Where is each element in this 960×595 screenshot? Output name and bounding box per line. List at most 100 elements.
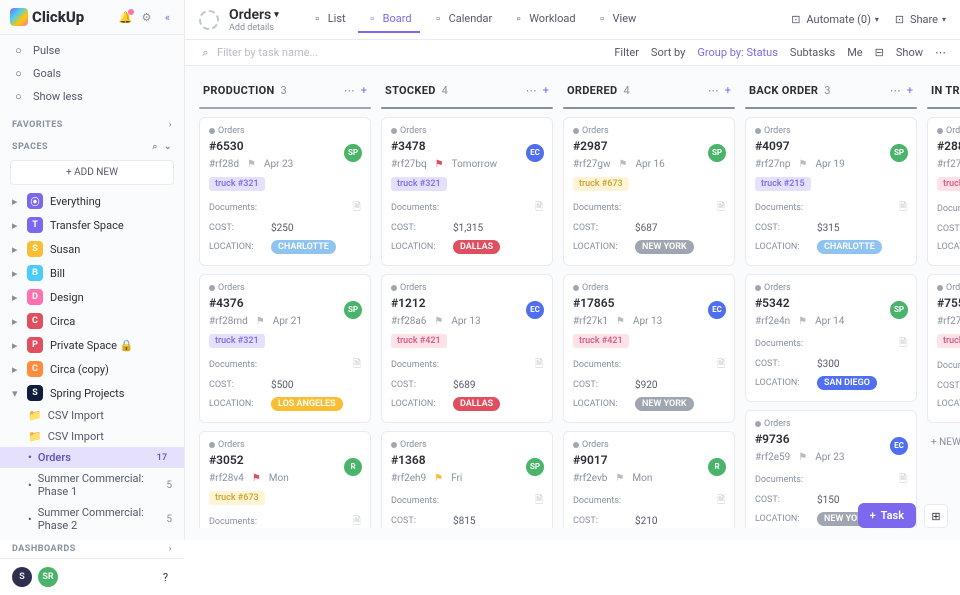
location-badge[interactable]: CHARLOTTE <box>271 240 336 254</box>
due-date[interactable]: Apr 13 <box>451 316 480 327</box>
nav-less[interactable]: ○Show less <box>0 85 184 108</box>
apps-grid-icon[interactable]: ⊞ <box>924 504 948 528</box>
chevron-down-icon[interactable]: ⌄ <box>164 142 172 152</box>
add-new-space[interactable]: + ADD NEW <box>10 160 174 185</box>
flag-icon[interactable]: ⚑ <box>247 159 256 170</box>
due-date[interactable]: Apr 14 <box>815 316 844 327</box>
flag-icon[interactable]: ⚑ <box>256 316 265 327</box>
toolbar-me[interactable]: Me <box>847 46 862 59</box>
location-badge[interactable]: SAN DIEGO <box>817 376 877 390</box>
gear-icon[interactable]: ⚙ <box>140 11 153 24</box>
favorites-heading[interactable]: FAVORITES› <box>0 112 184 134</box>
location-badge[interactable]: DALLAS <box>453 397 500 411</box>
task-card[interactable]: Orders #3052 R #rf28v4⚑Mon truck #673 Do… <box>199 431 371 528</box>
tag[interactable]: truck #421 <box>391 334 447 348</box>
due-date[interactable]: Mon <box>632 473 652 484</box>
location-badge[interactable]: NEW YORK <box>635 397 694 411</box>
due-date[interactable]: Apr 21 <box>273 316 302 327</box>
assignee-avatar[interactable]: EC <box>526 301 544 319</box>
space-item[interactable]: ▸CCirca (copy) <box>0 357 184 381</box>
tree-item[interactable]: •Summer Commercial: Phase 25 <box>0 502 184 536</box>
tag[interactable]: truck #321 <box>209 334 265 348</box>
nav-pulse[interactable]: ○Pulse <box>0 39 184 62</box>
top-robot[interactable]: ⊡Automate (0)▾ <box>789 13 879 26</box>
due-date[interactable]: Apr 13 <box>633 316 662 327</box>
search-input[interactable]: ⌕ Filter by task name... <box>199 46 318 59</box>
toolbar-show[interactable]: Show <box>896 46 923 59</box>
toolbar-sort-by[interactable]: Sort by <box>651 46 685 59</box>
flag-icon[interactable]: ⚑ <box>434 316 443 327</box>
tag[interactable]: truck #421 <box>573 334 629 348</box>
location-badge[interactable]: DALLAS <box>453 240 500 254</box>
document-icon[interactable]: 🗎 <box>535 357 543 374</box>
flag-icon[interactable]: ⚑ <box>798 452 807 463</box>
document-icon[interactable]: 🗎 <box>353 200 361 217</box>
space-item[interactable]: ▸SSusan <box>0 237 184 261</box>
page-subtitle[interactable]: Add details <box>229 23 279 33</box>
task-card[interactable]: Orders #4376 SP #rf28md⚑Apr 21 truck #32… <box>199 274 371 423</box>
add-icon[interactable]: + <box>361 84 367 97</box>
assignee-avatar[interactable]: R <box>708 458 726 476</box>
document-icon[interactable]: 🗎 <box>535 493 543 510</box>
document-icon[interactable]: 🗎 <box>899 336 907 353</box>
add-icon[interactable]: + <box>907 84 913 97</box>
assignee-avatar[interactable]: SP <box>708 144 726 162</box>
tree-item[interactable]: •Orders17 <box>0 447 184 468</box>
task-card[interactable]: Orders #6530 SP #rf28d⚑Apr 23 truck #321… <box>199 117 371 266</box>
task-card[interactable]: Orders #1212 EC #rf28a6⚑Apr 13 truck #42… <box>381 274 553 423</box>
assignee-avatar[interactable]: EC <box>708 301 726 319</box>
flag-icon[interactable]: ⚑ <box>435 159 444 170</box>
tag[interactable]: truck #321 <box>391 177 447 191</box>
due-date[interactable]: Mon <box>269 473 289 484</box>
due-date[interactable]: Apr 19 <box>815 159 844 170</box>
flag-icon[interactable]: ⚑ <box>618 159 627 170</box>
space-item[interactable]: ▸CCirca <box>0 309 184 333</box>
tag[interactable]: truck #421 <box>937 177 960 191</box>
assignee-avatar[interactable]: EC <box>526 144 544 162</box>
search-icon[interactable]: ⌕ <box>152 142 158 152</box>
location-badge[interactable]: LOS ANGELES <box>271 397 343 411</box>
flag-icon[interactable]: ⚑ <box>615 473 624 484</box>
top-share[interactable]: ⊡Share▾ <box>893 13 946 26</box>
more-icon[interactable]: ⋯ <box>526 84 537 97</box>
assignee-avatar[interactable]: SP <box>890 144 908 162</box>
space-item[interactable]: ▾SSpring Projects <box>0 381 184 405</box>
tag[interactable]: truck #673 <box>209 491 265 505</box>
nav-goals[interactable]: ○Goals <box>0 62 184 85</box>
add-icon[interactable]: + <box>543 84 549 97</box>
flag-icon[interactable]: ⚑ <box>616 316 625 327</box>
task-card[interactable]: Orders #4097 SP #rf27np⚑Apr 19 truck #21… <box>745 117 917 266</box>
view-calendar[interactable]: ▫Calendar <box>424 6 501 33</box>
due-date[interactable]: Apr 23 <box>815 452 844 463</box>
flag-icon[interactable]: ⚑ <box>252 473 261 484</box>
tag[interactable]: truck #321 <box>209 177 265 191</box>
document-icon[interactable]: 🗎 <box>899 472 907 489</box>
task-card[interactable]: Orders #5342 SP #rf2e4n⚑Apr 14 Documents… <box>745 274 917 402</box>
add-icon[interactable]: + <box>725 84 731 97</box>
flag-icon[interactable]: ⚑ <box>434 473 443 484</box>
logo[interactable]: ClickUp <box>10 8 84 26</box>
tag[interactable]: truck #673 <box>573 177 629 191</box>
tag[interactable]: truck #421 <box>937 334 960 348</box>
location-badge[interactable]: CHARLOTTE <box>817 240 882 254</box>
assignee-avatar[interactable]: SP <box>890 301 908 319</box>
task-card[interactable]: Orders #7556 #rf27vz⚑Thu truck #421 Docu… <box>927 274 960 423</box>
document-icon[interactable]: 🗎 <box>717 357 725 374</box>
due-date[interactable]: Apr 23 <box>264 159 293 170</box>
space-item[interactable]: ▸BBill <box>0 261 184 285</box>
document-icon[interactable]: 🗎 <box>535 200 543 217</box>
view-workload[interactable]: ▫Workload <box>504 6 583 33</box>
more-icon[interactable]: ⋯ <box>708 84 719 97</box>
document-icon[interactable]: 🗎 <box>899 200 907 217</box>
more-icon[interactable]: ⋯ <box>890 84 901 97</box>
task-card[interactable]: Orders #2887 #rf27te⚑Fri truck #421 Docu… <box>927 117 960 266</box>
view-view[interactable]: ▫View <box>588 6 645 33</box>
task-card[interactable]: Orders #17865 EC #rf27k1⚑Apr 13 truck #4… <box>563 274 735 423</box>
toolbar--[interactable]: ⊟ <box>875 46 884 59</box>
tree-item[interactable]: 📁CSV Import <box>0 426 184 447</box>
assignee-avatar[interactable]: EC <box>890 437 908 455</box>
page-title[interactable]: Orders ▾ <box>229 7 279 23</box>
new-task-fab[interactable]: + Task <box>858 503 916 528</box>
list-status-icon[interactable] <box>199 10 219 30</box>
assignee-avatar[interactable]: SP <box>344 144 362 162</box>
